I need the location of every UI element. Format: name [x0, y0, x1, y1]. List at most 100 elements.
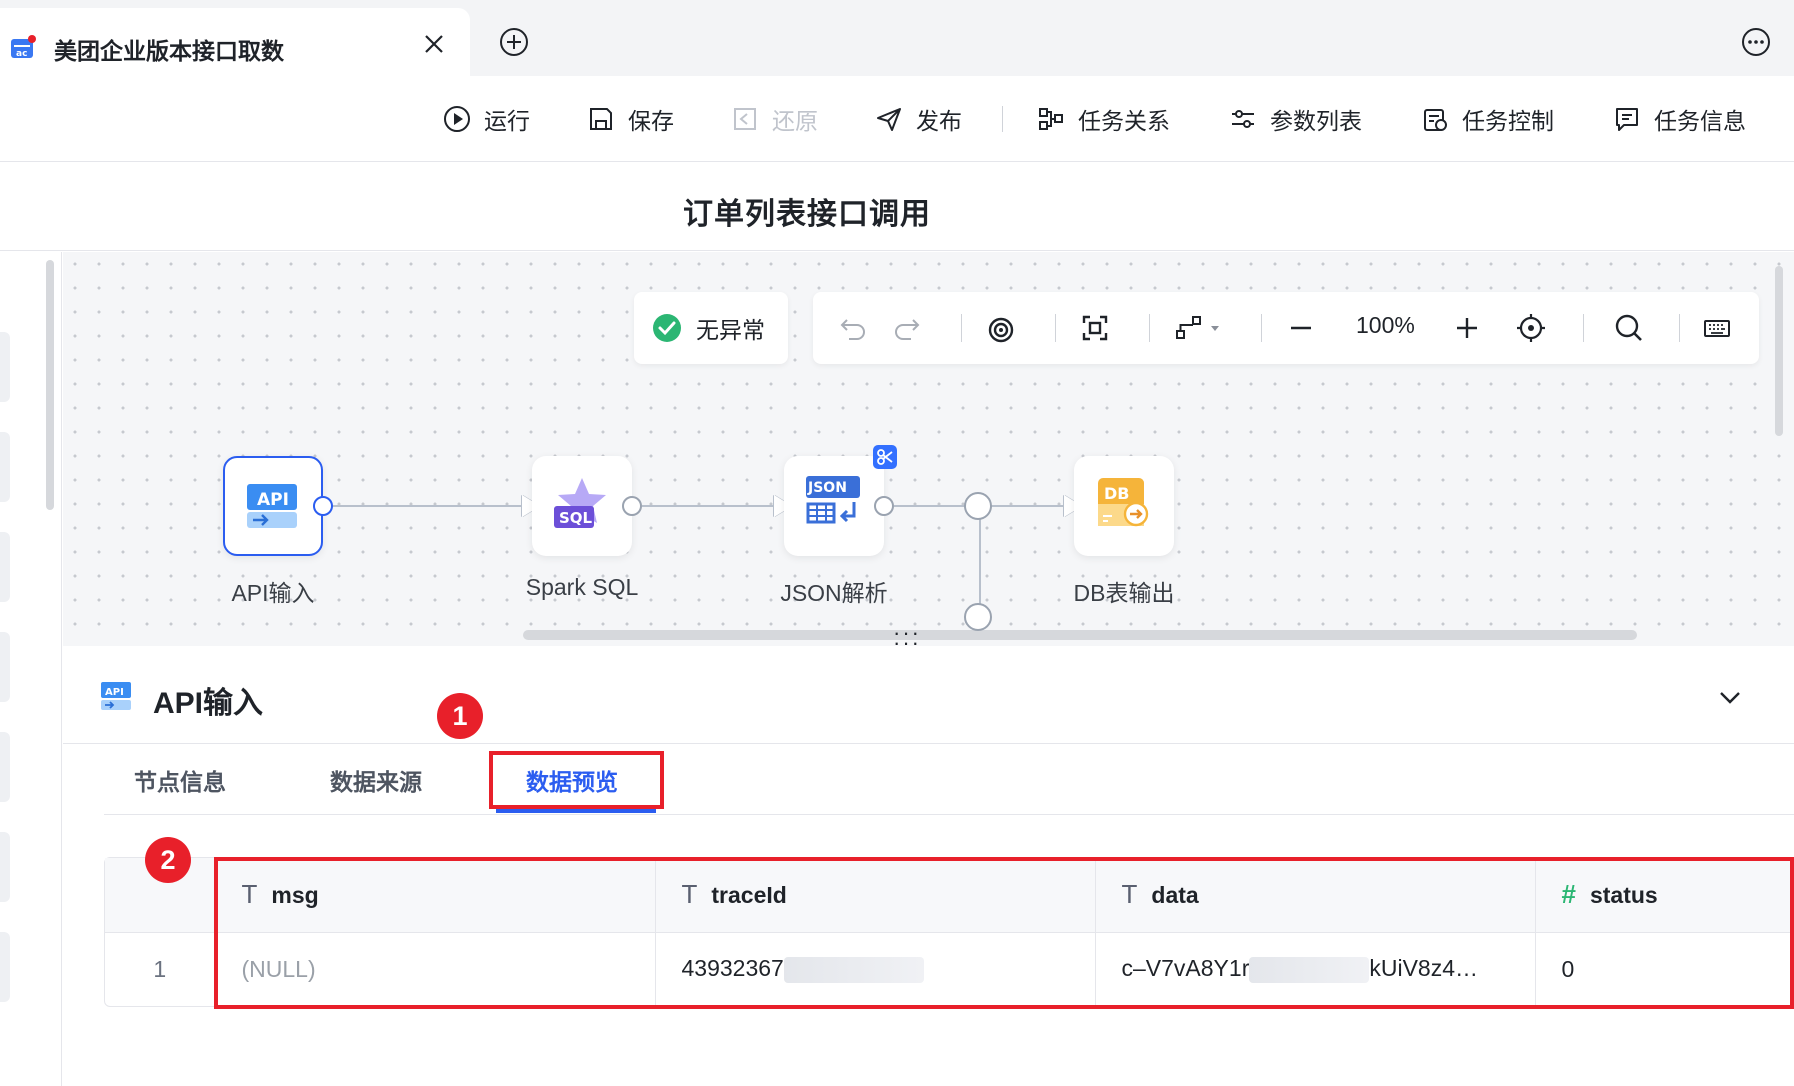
- table-row[interactable]: 1 (NULL) 43932367 c–V7vA8Y1r kUiV8z4… 0: [105, 932, 1793, 1006]
- column-header[interactable]: Tdata: [1095, 858, 1536, 933]
- annotation-marker: 2: [145, 837, 191, 883]
- param-list-button[interactable]: 参数列表: [1228, 102, 1362, 136]
- fit-view-icon[interactable]: [1079, 312, 1111, 344]
- table-cell[interactable]: 43932367: [655, 932, 1096, 1006]
- save-button[interactable]: 保存: [586, 102, 674, 136]
- zoom-in-icon[interactable]: [1451, 312, 1483, 344]
- table-cell[interactable]: (NULL): [215, 932, 656, 1006]
- redacted-text: [1249, 957, 1370, 984]
- panel-icon-text: API: [105, 687, 124, 698]
- canvas-horizontal-scrollbar[interactable]: [523, 630, 1637, 640]
- branch-connector[interactable]: [964, 492, 992, 520]
- save-icon: [590, 108, 612, 130]
- tab-data-source[interactable]: 数据来源: [330, 763, 422, 797]
- close-icon[interactable]: [420, 30, 448, 58]
- table-header-row: Tmsg TtraceId Tdata # status: [105, 858, 1793, 933]
- row-index: 1: [105, 932, 216, 1006]
- restore-label: 还原: [772, 108, 818, 134]
- preview-icon[interactable]: [985, 312, 1017, 344]
- spark-sql-icon-text: SQL: [559, 509, 593, 527]
- left-panel: [0, 252, 62, 1086]
- task-relation-button[interactable]: 任务关系: [1036, 102, 1170, 136]
- zoom-level: 100%: [1356, 312, 1415, 338]
- chevron-down-icon[interactable]: [1715, 682, 1745, 712]
- task-info-icon: [1616, 108, 1638, 131]
- text-type-icon: T: [1121, 879, 1138, 910]
- column-header[interactable]: Tmsg: [215, 858, 656, 933]
- node-label: JSON解析: [780, 580, 888, 606]
- node-json-parse[interactable]: JSON: [784, 456, 884, 556]
- tab-bar: ac 美团企业版本接口取数: [0, 0, 1794, 76]
- check-circle-icon: [653, 314, 681, 342]
- title-bar: 订单列表接口调用: [0, 163, 1794, 251]
- panel-title: API输入: [153, 687, 264, 720]
- param-list-label: 参数列表: [1270, 108, 1362, 134]
- run-button[interactable]: 运行: [442, 102, 530, 136]
- node-spark-sql[interactable]: SQL: [532, 456, 632, 556]
- validation-status-label: 无异常: [696, 317, 765, 343]
- annotation-marker: 1: [437, 693, 483, 739]
- validation-status[interactable]: 无异常: [634, 292, 788, 364]
- tab-data-preview[interactable]: 数据预览: [526, 763, 618, 797]
- task-control-button[interactable]: 任务控制: [1420, 102, 1554, 136]
- toolbar-divider: [1002, 106, 1003, 132]
- toolbar-divider: [1679, 314, 1680, 342]
- undo-icon[interactable]: [837, 312, 869, 344]
- document-tab[interactable]: ac 美团企业版本接口取数: [0, 8, 470, 76]
- api-node-icon: API: [101, 682, 131, 710]
- zoom-out-icon[interactable]: [1285, 312, 1317, 344]
- text-type-icon: T: [681, 879, 698, 910]
- output-port[interactable]: [874, 496, 894, 516]
- more-icon[interactable]: [1740, 26, 1772, 58]
- left-panel-item[interactable]: [0, 432, 10, 502]
- column-name: msg: [271, 882, 319, 909]
- left-scrollbar[interactable]: [46, 260, 54, 510]
- canvas-vertical-scrollbar[interactable]: [1775, 266, 1783, 436]
- toolbar-divider: [1261, 314, 1262, 342]
- column-name: traceId: [711, 882, 787, 909]
- table-cell[interactable]: c–V7vA8Y1r kUiV8z4…: [1095, 932, 1536, 1006]
- search-icon[interactable]: [1613, 312, 1645, 344]
- edge-line: [979, 518, 981, 610]
- layout-dropdown-icon[interactable]: [1173, 312, 1223, 344]
- text-type-icon: T: [241, 879, 258, 910]
- column-header[interactable]: TtraceId: [655, 858, 1096, 933]
- node-panel-header: API API输入: [63, 648, 1794, 744]
- left-panel-item[interactable]: [0, 832, 10, 902]
- edge-line: [642, 505, 774, 507]
- add-tab-icon[interactable]: [498, 26, 530, 58]
- left-panel-item[interactable]: [0, 632, 10, 702]
- branch-connector[interactable]: [964, 603, 992, 631]
- restore-button[interactable]: 还原: [730, 102, 818, 136]
- task-info-button[interactable]: 任务信息: [1612, 102, 1746, 136]
- keyboard-icon[interactable]: [1701, 312, 1733, 344]
- left-panel-item[interactable]: [0, 332, 10, 402]
- locate-icon[interactable]: [1515, 312, 1547, 344]
- column-name: data: [1151, 882, 1199, 909]
- publish-button[interactable]: 发布: [874, 102, 962, 136]
- svg-text:ac: ac: [16, 49, 27, 59]
- task-control-label: 任务控制: [1462, 108, 1554, 134]
- output-port[interactable]: [622, 496, 642, 516]
- toolbar-divider: [1055, 314, 1056, 342]
- toolbar-divider: [1149, 314, 1150, 342]
- left-panel-item[interactable]: [0, 532, 10, 602]
- node-db-output[interactable]: DB: [1074, 456, 1174, 556]
- output-port[interactable]: [313, 496, 333, 516]
- cell-text: kUiV8z4…: [1369, 955, 1479, 982]
- redo-icon[interactable]: [891, 312, 923, 344]
- left-panel-item[interactable]: [0, 732, 10, 802]
- resize-handle[interactable]: ··· ···: [893, 622, 921, 654]
- publish-label: 发布: [916, 108, 962, 134]
- column-header[interactable]: # status: [1535, 858, 1793, 933]
- edge-line: [332, 505, 522, 507]
- restore-icon: [734, 108, 756, 130]
- node-api-input[interactable]: API: [223, 456, 323, 556]
- node-label: API输入: [231, 580, 315, 606]
- toolbar-divider: [1583, 314, 1584, 342]
- panel-tabs: 节点信息 数据来源 数据预览: [104, 745, 1794, 815]
- left-panel-item[interactable]: [0, 932, 10, 1002]
- redacted-text: [783, 957, 924, 984]
- table-cell[interactable]: 0: [1535, 932, 1793, 1006]
- tab-node-info[interactable]: 节点信息: [134, 763, 226, 797]
